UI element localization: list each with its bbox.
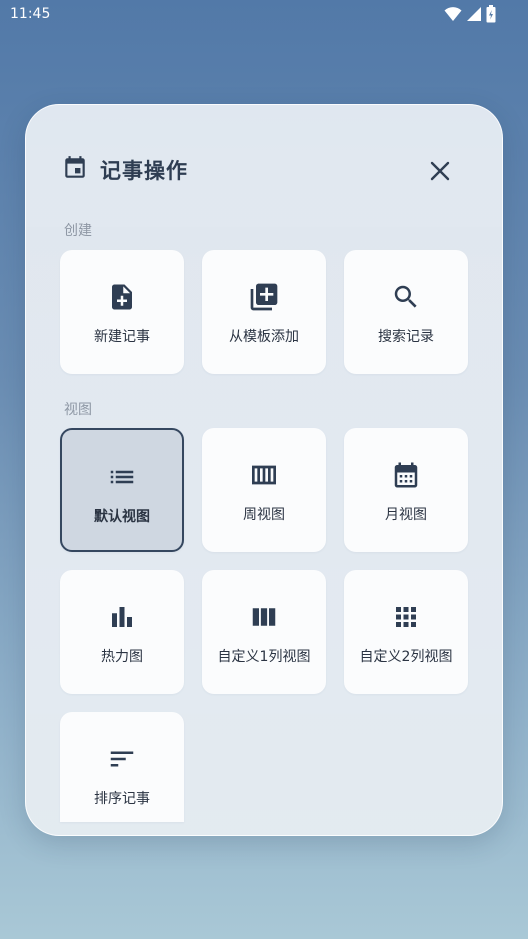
- close-button[interactable]: [422, 153, 458, 189]
- week-view-button[interactable]: 周视图: [202, 428, 326, 552]
- tile-label: 排序记事: [94, 791, 150, 807]
- new-note-button[interactable]: 新建记事: [60, 250, 184, 374]
- tile-label: 从模板添加: [229, 329, 299, 345]
- default-view-button[interactable]: 默认视图: [60, 428, 184, 552]
- tile-label: 自定义1列视图: [217, 649, 311, 665]
- note-add-icon: [112, 284, 132, 310]
- list-icon: [110, 470, 134, 484]
- status-time: 11:45: [10, 6, 51, 22]
- custom-2-column-view-button[interactable]: 自定义2列视图: [344, 570, 468, 694]
- dialog-title: 记事操作: [100, 159, 188, 183]
- add-from-template-button[interactable]: 从模板添加: [202, 250, 326, 374]
- tile-label: 默认视图: [94, 509, 150, 525]
- apps-grid-icon: [396, 607, 416, 627]
- tile-label: 月视图: [385, 507, 427, 523]
- dialog-header: 记事操作: [62, 153, 462, 187]
- battery-icon: [486, 5, 496, 23]
- status-bar: 11:45: [0, 0, 528, 30]
- close-icon: [430, 161, 450, 181]
- tile-label: 周视图: [243, 507, 285, 523]
- bar-chart-icon: [112, 607, 132, 627]
- search-notes-button[interactable]: 搜索记录: [344, 250, 468, 374]
- section-label-views: 视图: [64, 402, 92, 418]
- calendar-month-icon: [394, 462, 418, 488]
- month-view-button[interactable]: 月视图: [344, 428, 468, 552]
- tile-label: 自定义2列视图: [359, 649, 453, 665]
- signal-icon: [467, 7, 481, 21]
- tile-label: 搜索记录: [378, 329, 434, 345]
- calendar-event-icon: [65, 156, 85, 178]
- heatmap-button[interactable]: 热力图: [60, 570, 184, 694]
- status-icons: [444, 5, 496, 23]
- tile-label: 新建记事: [94, 329, 150, 345]
- tile-label: 热力图: [101, 649, 143, 665]
- custom-1-column-view-button[interactable]: 自定义1列视图: [202, 570, 326, 694]
- wifi-icon: [444, 7, 462, 21]
- view-column-icon: [252, 608, 276, 626]
- search-icon: [394, 285, 417, 308]
- week-columns-icon: [252, 465, 276, 485]
- library-add-icon: [250, 283, 278, 311]
- sort-icon: [110, 751, 134, 767]
- note-actions-dialog: 记事操作 创建 新建记事 从模板添加 搜索记录 视图 默认视图 周视图 月视图 …: [25, 104, 503, 836]
- sort-notes-button[interactable]: 排序记事: [60, 712, 184, 822]
- section-label-create: 创建: [64, 223, 92, 239]
